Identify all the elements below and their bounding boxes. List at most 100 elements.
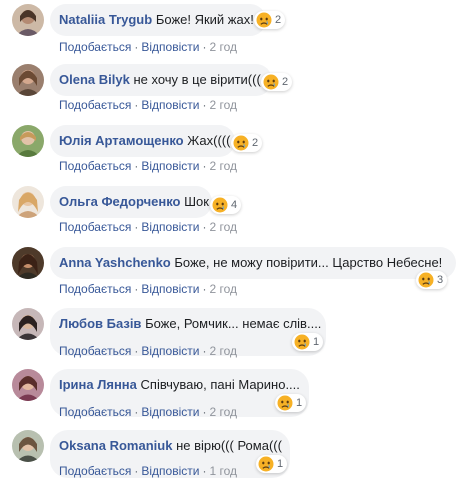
avatar[interactable]	[12, 64, 44, 96]
comment-text: Боже! Який жах!	[155, 12, 254, 27]
reply-link[interactable]: Відповісти	[141, 98, 199, 112]
separator-dot: ·	[202, 220, 207, 234]
reaction-count: 1	[296, 397, 303, 409]
comment-timestamp[interactable]: 1 год	[209, 464, 237, 478]
reaction-count: 1	[277, 458, 284, 470]
separator-dot: ·	[134, 40, 139, 54]
reply-link[interactable]: Відповісти	[141, 159, 199, 173]
comment-actions: Подобається · Відповісти · 2 год	[59, 220, 237, 234]
avatar[interactable]	[12, 369, 44, 401]
like-link[interactable]: Подобається	[59, 405, 131, 419]
comment: Anna Yashchenko Боже, не можу повірити..…	[0, 247, 469, 307]
comment: Olena Bilyk не хочу в це вірити((( 2 Под…	[0, 64, 469, 124]
comment-timestamp[interactable]: 2 год	[209, 220, 237, 234]
reaction-badge[interactable]: 1	[292, 333, 324, 351]
comment-author[interactable]: Anna Yashchenko	[59, 255, 171, 270]
comment: Юлія Артамощенко Жах(((( 2 Подобається · В…	[0, 125, 469, 185]
like-link[interactable]: Подобається	[59, 40, 131, 54]
avatar[interactable]	[12, 4, 44, 36]
sad-face-icon	[418, 272, 434, 288]
like-link[interactable]: Подобається	[59, 344, 131, 358]
comment-actions: Подобається · Відповісти · 2 год	[59, 282, 237, 296]
comment-author[interactable]: Oksana Romaniuk	[59, 438, 172, 453]
comment: Nataliia Trygub Боже! Який жах! 2 Подоба…	[0, 4, 469, 64]
comment-actions: Подобається · Відповісти · 2 год	[59, 159, 237, 173]
separator-dot: ·	[134, 405, 139, 419]
comment-bubble: Olena Bilyk не хочу в це вірити(((	[50, 64, 272, 96]
sad-face-icon	[277, 395, 293, 411]
reply-link[interactable]: Відповісти	[141, 405, 199, 419]
comment-actions: Подобається · Відповісти · 2 год	[59, 344, 237, 358]
comment-author[interactable]: Ольга Федорченко	[59, 194, 181, 209]
separator-dot: ·	[202, 344, 207, 358]
reaction-badge[interactable]: 2	[254, 11, 286, 29]
comment: Oksana Romaniuk не вірю((( Рома((( 1 Под…	[0, 430, 469, 483]
reaction-badge[interactable]: 1	[275, 394, 307, 412]
separator-dot: ·	[202, 98, 207, 112]
separator-dot: ·	[202, 159, 207, 173]
reaction-count: 4	[231, 199, 238, 211]
comment-timestamp[interactable]: 2 год	[209, 405, 237, 419]
avatar[interactable]	[12, 125, 44, 157]
comment-text: Боже, не можу повірити... Царство Небесн…	[174, 255, 443, 270]
comment-timestamp[interactable]: 2 год	[209, 344, 237, 358]
comment-timestamp[interactable]: 2 год	[209, 159, 237, 173]
like-link[interactable]: Подобається	[59, 464, 131, 478]
separator-dot: ·	[202, 405, 207, 419]
reaction-count: 2	[282, 76, 289, 88]
comment-timestamp[interactable]: 2 год	[209, 282, 237, 296]
avatar[interactable]	[12, 247, 44, 279]
sad-face-icon	[212, 197, 228, 213]
reaction-badge[interactable]: 2	[261, 73, 293, 91]
separator-dot: ·	[134, 344, 139, 358]
like-link[interactable]: Подобається	[59, 98, 131, 112]
comment: Любов Базів Боже, Ромчик... немає слів..…	[0, 308, 469, 368]
like-link[interactable]: Подобається	[59, 220, 131, 234]
avatar[interactable]	[12, 308, 44, 340]
comment-timestamp[interactable]: 2 год	[209, 40, 237, 54]
reaction-count: 1	[313, 336, 320, 348]
comment-text: не хочу в це вірити(((	[133, 72, 261, 87]
avatar[interactable]	[12, 430, 44, 462]
comment-text: Боже, Ромчик... немає слів....	[145, 316, 322, 331]
reply-link[interactable]: Відповісти	[141, 40, 199, 54]
separator-dot: ·	[134, 282, 139, 296]
reaction-badge[interactable]: 4	[210, 196, 242, 214]
sad-face-icon	[233, 135, 249, 151]
separator-dot: ·	[134, 220, 139, 234]
reply-link[interactable]: Відповісти	[141, 220, 199, 234]
comment-author[interactable]: Nataliia Trygub	[59, 12, 152, 27]
sad-face-icon	[294, 334, 310, 350]
reaction-badge[interactable]: 2	[231, 134, 263, 152]
sad-face-icon	[256, 12, 272, 28]
comment-bubble: Anna Yashchenko Боже, не можу повірити..…	[50, 247, 456, 279]
comment: Ірина Лянна Співчуваю, пані Марино.... 1…	[0, 369, 469, 429]
separator-dot: ·	[202, 40, 207, 54]
separator-dot: ·	[134, 98, 139, 112]
reaction-badge[interactable]: 3	[416, 271, 448, 289]
sad-face-icon	[258, 456, 274, 472]
reply-link[interactable]: Відповісти	[141, 282, 199, 296]
comment-author[interactable]: Юлія Артамощенко	[59, 133, 184, 148]
comment-actions: Подобається · Відповісти · 2 год	[59, 98, 237, 112]
comment-bubble: Nataliia Trygub Боже! Який жах!	[50, 4, 266, 36]
comment: Ольга Федорченко Шок 4 Подобається · Відпо…	[0, 186, 469, 246]
comment-text: Шок	[184, 194, 209, 209]
reply-link[interactable]: Відповісти	[141, 464, 199, 478]
avatar[interactable]	[12, 186, 44, 218]
separator-dot: ·	[202, 282, 207, 296]
comment-author[interactable]: Olena Bilyk	[59, 72, 130, 87]
comment-timestamp[interactable]: 2 год	[209, 98, 237, 112]
reaction-count: 3	[437, 274, 444, 286]
comment-author[interactable]: Ірина Лянна	[59, 377, 137, 392]
sad-face-icon	[263, 74, 279, 90]
separator-dot: ·	[134, 464, 139, 478]
reaction-badge[interactable]: 1	[256, 455, 288, 473]
like-link[interactable]: Подобається	[59, 159, 131, 173]
comment-bubble: Юлія Артамощенко Жах((((	[50, 125, 235, 157]
reply-link[interactable]: Відповісти	[141, 344, 199, 358]
comment-actions: Подобається · Відповісти · 2 год	[59, 405, 237, 419]
comment-author[interactable]: Любов Базів	[59, 316, 141, 331]
like-link[interactable]: Подобається	[59, 282, 131, 296]
comment-bubble: Ольга Федорченко Шок	[50, 186, 212, 218]
